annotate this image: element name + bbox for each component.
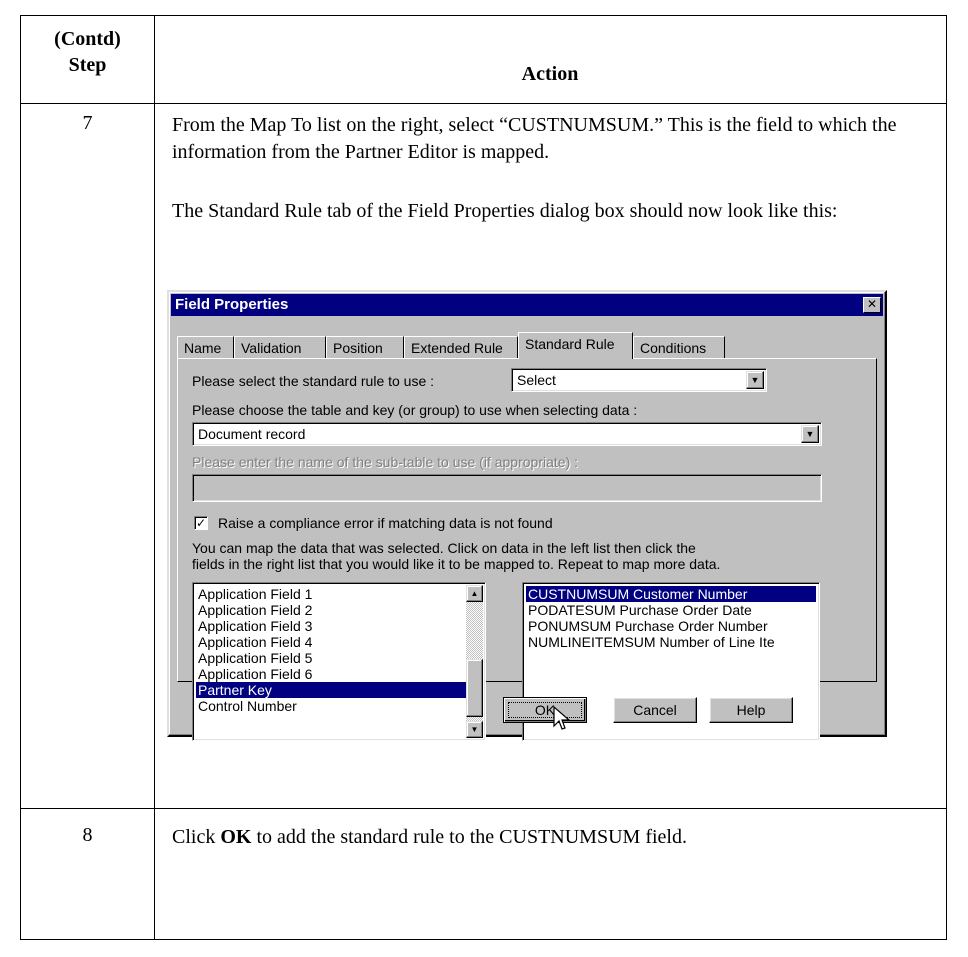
- mouse-pointer-icon: [553, 706, 571, 730]
- list-item-selected[interactable]: Partner Key: [196, 682, 482, 698]
- subtable-input[interactable]: [192, 474, 822, 502]
- step-7-instruction: From the Map To list on the right, selec…: [172, 114, 897, 163]
- step-number-7: 7: [82, 112, 93, 134]
- map-help-line1: You can map the data that was selected. …: [192, 540, 696, 556]
- list-item[interactable]: NUMLINEITEMSUM Number of Line Ite: [526, 634, 816, 650]
- compliance-label: Raise a compliance error if matching dat…: [218, 515, 553, 531]
- dialog-title-bar: Field Properties ✕: [171, 294, 883, 316]
- step-8-text-post: to add the standard rule to the CUSTNUMS…: [251, 826, 687, 848]
- tab-extended-rule[interactable]: Extended Rule: [404, 336, 518, 358]
- tab-standard-rule[interactable]: Standard Rule: [518, 332, 633, 359]
- tab-position[interactable]: Position: [326, 336, 404, 358]
- step-8-instruction: Click OK to add the standard rule to the…: [172, 824, 932, 851]
- close-icon[interactable]: ✕: [863, 297, 881, 313]
- tab-name[interactable]: Name: [177, 336, 234, 358]
- list-item[interactable]: PODATESUM Purchase Order Date: [526, 602, 816, 618]
- dialog-title: Field Properties: [175, 296, 289, 313]
- step-7-note: The Standard Rule tab of the Field Prope…: [172, 200, 838, 222]
- scroll-down-icon[interactable]: ▼: [466, 721, 483, 738]
- scroll-up-icon[interactable]: ▲: [466, 585, 483, 602]
- list-item[interactable]: Application Field 1: [196, 586, 482, 602]
- step-8-text-pre: Click: [172, 826, 221, 848]
- rule-select[interactable]: Select ▼: [511, 368, 767, 392]
- list-item[interactable]: Application Field 3: [196, 618, 482, 634]
- rule-select-value: Select: [517, 372, 556, 388]
- field-properties-dialog: Field Properties ✕ Name Validation Posit…: [167, 290, 887, 741]
- list-item[interactable]: Application Field 2: [196, 602, 482, 618]
- step-number-8: 8: [82, 824, 93, 846]
- row-divider: [21, 808, 946, 809]
- column-divider: [154, 16, 155, 939]
- step-header-line1: (Contd): [54, 28, 121, 50]
- compliance-checkbox[interactable]: ✓: [194, 516, 208, 530]
- tab-validation[interactable]: Validation: [234, 336, 326, 358]
- list-item-selected[interactable]: CUSTNUMSUM Customer Number: [526, 586, 816, 602]
- step-header-line2: Step: [68, 54, 107, 76]
- header-divider: [21, 103, 946, 104]
- step-column-header: (Contd) Step: [21, 26, 154, 78]
- list-item[interactable]: Control Number: [196, 698, 482, 714]
- vertical-scrollbar[interactable]: ▲ ▼: [466, 585, 483, 738]
- source-data-list[interactable]: Application Field 1 Application Field 2 …: [192, 582, 486, 741]
- action-column-header: Action: [521, 63, 579, 85]
- list-item[interactable]: Application Field 4: [196, 634, 482, 650]
- table-label: Please choose the table and key (or grou…: [192, 402, 638, 418]
- subtable-label: Please enter the name of the sub-table t…: [192, 454, 579, 470]
- ok-button[interactable]: OK: [503, 697, 587, 723]
- map-help-line2: fields in the right list that you would …: [192, 556, 721, 572]
- chevron-down-icon[interactable]: ▼: [746, 371, 764, 389]
- chevron-down-icon[interactable]: ▼: [801, 425, 819, 443]
- list-item[interactable]: Application Field 5: [196, 650, 482, 666]
- help-button[interactable]: Help: [709, 697, 793, 723]
- tab-conditions[interactable]: Conditions: [633, 336, 725, 358]
- standard-rule-panel: Please select the standard rule to use :…: [177, 358, 877, 741]
- step-8-text-bold: OK: [220, 826, 252, 848]
- rule-label: Please select the standard rule to use :: [192, 373, 435, 389]
- table-select[interactable]: Document record ▼: [192, 422, 822, 446]
- table-select-value: Document record: [198, 426, 306, 442]
- list-item[interactable]: Application Field 6: [196, 666, 482, 682]
- cancel-button[interactable]: Cancel: [613, 697, 697, 723]
- list-item[interactable]: PONUMSUM Purchase Order Number: [526, 618, 816, 634]
- scroll-thumb[interactable]: [466, 659, 483, 717]
